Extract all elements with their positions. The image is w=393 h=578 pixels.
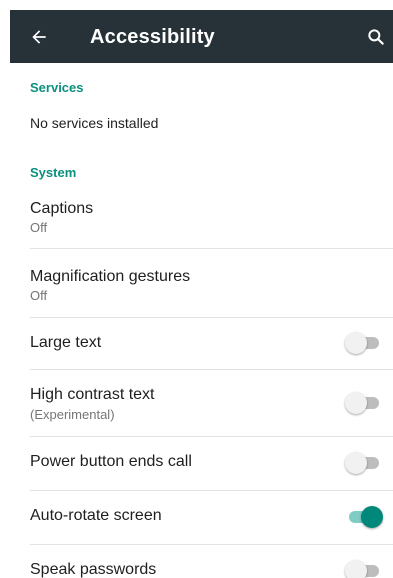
switch-thumb [345, 452, 367, 474]
power-button-ends-call-switch[interactable] [345, 452, 383, 474]
large-text-title: Large text [30, 334, 102, 351]
no-services-text: No services installed [30, 115, 159, 131]
switch-thumb [361, 506, 383, 528]
auto-rotate-screen-item[interactable]: Auto-rotate screen [22, 491, 393, 543]
high-contrast-text-switch[interactable] [345, 392, 383, 414]
power-button-ends-call-title: Power button ends call [30, 453, 192, 470]
high-contrast-text-summary: (Experimental) [30, 407, 115, 422]
arrow-left-icon [32, 30, 46, 44]
back-button[interactable] [20, 18, 58, 56]
search-button[interactable] [359, 18, 393, 56]
auto-rotate-screen-title: Auto-rotate screen [30, 507, 162, 524]
high-contrast-text-item[interactable]: High contrast text (Experimental) [22, 370, 393, 436]
page-title: Accessibility [90, 26, 215, 48]
switch-thumb [345, 560, 367, 578]
services-section-header: Services [30, 80, 84, 95]
speak-passwords-title: Speak passwords [30, 561, 157, 578]
system-section-header: System [30, 165, 77, 180]
settings-list: Services No services installed System Ca… [22, 63, 393, 578]
high-contrast-text-title: High contrast text [30, 386, 155, 403]
captions-title: Captions [30, 200, 94, 217]
magnification-gestures-summary: Off [30, 288, 48, 303]
power-button-ends-call-item[interactable]: Power button ends call [22, 437, 393, 489]
switch-thumb [345, 332, 367, 354]
speak-passwords-item[interactable]: Speak passwords [22, 545, 393, 578]
search-icon [368, 29, 384, 45]
large-text-item[interactable]: Large text [22, 318, 393, 368]
app-bar: Accessibility [10, 10, 393, 63]
auto-rotate-screen-switch[interactable] [345, 506, 383, 528]
large-text-switch[interactable] [345, 332, 383, 354]
magnification-gestures-item[interactable]: Magnification gestures Off [22, 249, 393, 317]
captions-summary: Off [30, 220, 48, 235]
captions-item[interactable]: Captions Off [22, 191, 393, 247]
magnification-gestures-title: Magnification gestures [30, 268, 191, 285]
speak-passwords-switch[interactable] [345, 560, 383, 578]
switch-thumb [345, 392, 367, 414]
accessibility-settings-screen: Accessibility Services No services insta… [0, 0, 393, 578]
